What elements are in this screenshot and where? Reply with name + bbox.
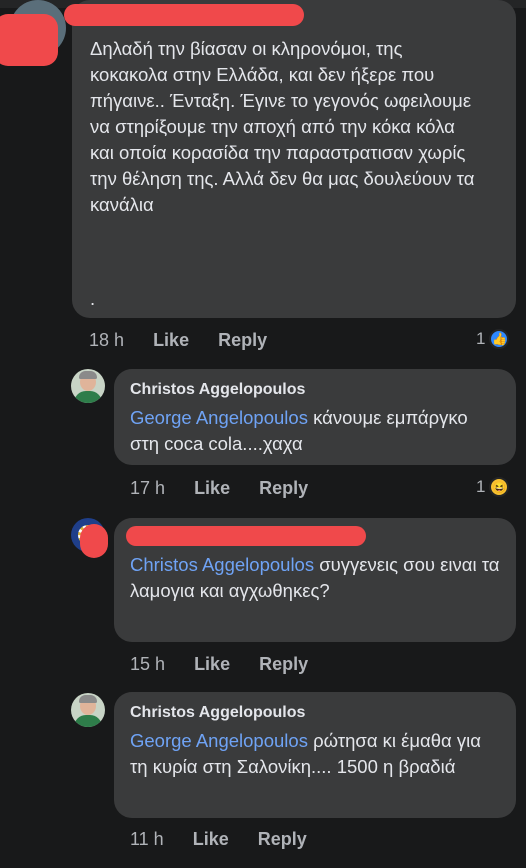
reply-actions: 17 h Like Reply	[130, 478, 308, 499]
reaction-count: 1	[476, 329, 486, 348]
like-button[interactable]: Like	[193, 829, 229, 850]
mention-link[interactable]: Christos Aggelopoulos	[130, 554, 314, 575]
redacted-name-mark	[64, 4, 304, 26]
redacted-avatar-mark	[80, 524, 108, 558]
comment-trailing-text: .	[90, 288, 96, 309]
comment-text: Δηλαδή την βίασαν οι κληρονόμοι, της κοκ…	[90, 38, 475, 215]
reply-text: Christos Aggelopoulos συγγενεις σου εινα…	[130, 552, 500, 604]
avatar[interactable]	[71, 693, 105, 727]
reply-author[interactable]: Christos Aggelopoulos	[130, 704, 305, 722]
reply-time: 15 h	[130, 654, 166, 674]
reply-button[interactable]: Reply	[259, 654, 308, 675]
laughing-face-icon: 😆	[489, 477, 510, 497]
reaction-count: 1	[476, 477, 486, 496]
like-button[interactable]: Like	[194, 654, 230, 675]
reply-actions: 11 h Like Reply	[130, 829, 307, 850]
comment-time: 18 h	[89, 330, 125, 350]
reaction-summary[interactable]: 1 😆	[476, 477, 510, 497]
reply-button[interactable]: Reply	[218, 330, 267, 351]
comment-actions: 18 h Like Reply	[89, 330, 267, 351]
like-button[interactable]: Like	[194, 478, 230, 499]
reaction-summary[interactable]: 1 👍	[476, 329, 510, 349]
reply-bubble: Christos Aggelopoulos George Angelopoulo…	[114, 692, 516, 818]
reply-time: 11 h	[130, 829, 164, 849]
reply-text: George Angelopoulos κάνουμε εμπάργκο στη…	[130, 405, 500, 457]
mention-link[interactable]: George Angelopoulos	[130, 730, 308, 751]
reply-actions: 15 h Like Reply	[130, 654, 308, 675]
reply-button[interactable]: Reply	[259, 478, 308, 499]
reply-time: 17 h	[130, 478, 166, 498]
reply-button[interactable]: Reply	[258, 829, 307, 850]
reply-text: George Angelopoulos ρώτησα κι έμαθα για …	[130, 728, 500, 780]
thumbs-up-icon: 👍	[489, 329, 510, 349]
reply-bubble: Christos Aggelopoulos George Angelopoulo…	[114, 369, 516, 465]
mention-link[interactable]: George Angelopoulos	[130, 407, 308, 428]
redacted-name-mark	[126, 526, 366, 546]
comment-bubble: Δηλαδή την βίασαν οι κληρονόμοι, της κοκ…	[72, 0, 516, 318]
avatar[interactable]	[71, 369, 105, 403]
like-button[interactable]: Like	[153, 330, 189, 351]
redacted-avatar-mark	[0, 14, 58, 66]
reply-author[interactable]: Christos Aggelopoulos	[130, 381, 305, 399]
